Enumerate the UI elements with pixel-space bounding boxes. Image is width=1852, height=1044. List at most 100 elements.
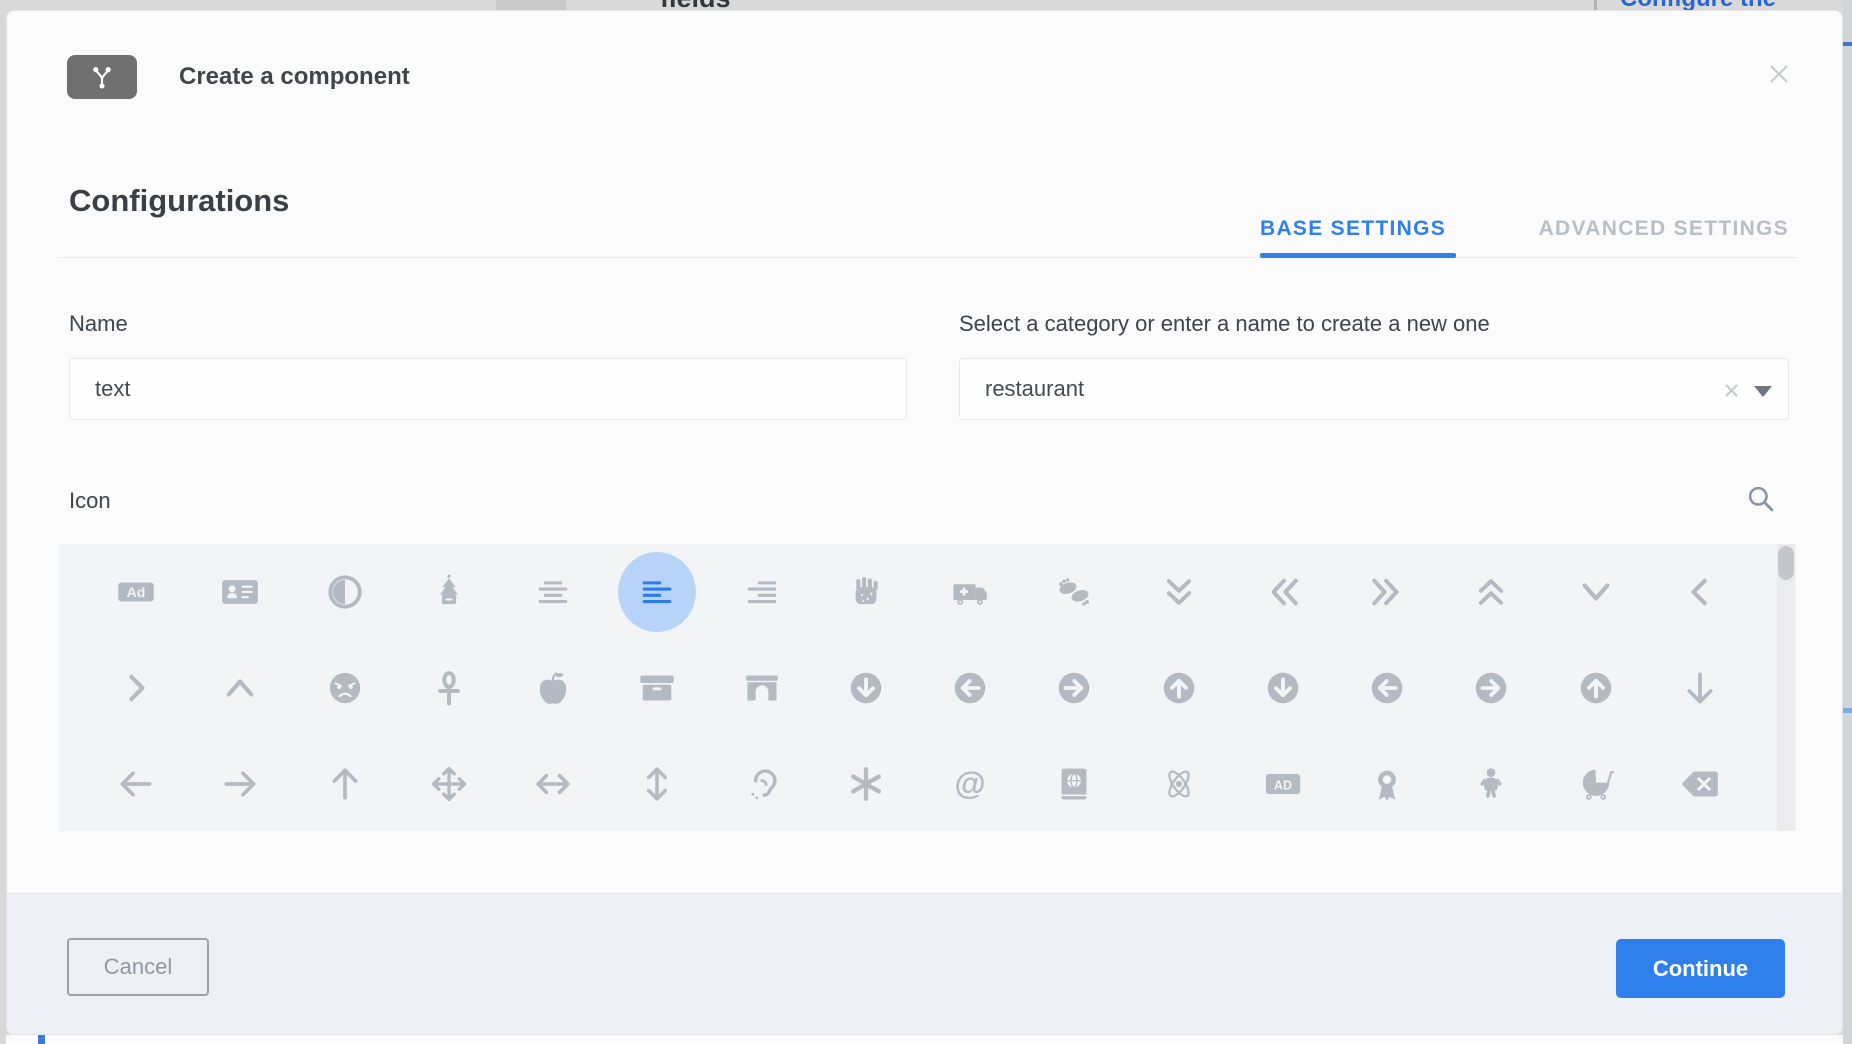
- icon-apple-alt[interactable]: [501, 640, 605, 736]
- icon-angle-double-up[interactable]: [1439, 544, 1543, 640]
- arrow-alt-circle-left-icon: [951, 669, 989, 707]
- icon-angle-double-right[interactable]: [1335, 544, 1439, 640]
- align-left-icon: [638, 573, 676, 611]
- icon-air-freshener[interactable]: [397, 544, 501, 640]
- angle-double-up-icon: [1472, 573, 1510, 611]
- background-block: [496, 0, 566, 10]
- modal-footer: Cancel Continue: [7, 893, 1842, 1034]
- background-top-strip: fields Configure the: [0, 0, 1852, 10]
- icon-angry[interactable]: [293, 640, 397, 736]
- icon-grid-scrollbar[interactable]: [1777, 544, 1795, 831]
- asterisk-icon: [847, 765, 885, 803]
- icon-assistive-listening-systems[interactable]: [710, 736, 814, 831]
- icon-angle-up[interactable]: [188, 640, 292, 736]
- category-select[interactable]: restaurant: [959, 358, 1789, 420]
- icon-arrow-alt-circle-up[interactable]: [1127, 640, 1231, 736]
- baby-carriage-icon: [1577, 765, 1615, 803]
- align-right-icon: [743, 573, 781, 611]
- name-input[interactable]: [69, 358, 907, 420]
- create-component-modal: Create a component Configurations BASE S…: [6, 10, 1843, 1035]
- icon-arrows-alt-v[interactable]: [605, 736, 709, 831]
- atlas-icon: [1055, 765, 1093, 803]
- icon-ankh[interactable]: [397, 640, 501, 736]
- icon-arrow-circle-right[interactable]: [1439, 640, 1543, 736]
- arrows-alt-icon: [430, 765, 468, 803]
- icon-award[interactable]: [1335, 736, 1439, 831]
- icon-arrow-circle-up[interactable]: [1544, 640, 1648, 736]
- icon-archway[interactable]: [710, 640, 814, 736]
- icon-angle-down[interactable]: [1544, 544, 1648, 640]
- icon-atlas[interactable]: [1022, 736, 1126, 831]
- arrow-left-icon: [117, 765, 155, 803]
- icon-align-left[interactable]: [605, 544, 709, 640]
- icon-grid: Ad @ AD: [58, 544, 1796, 831]
- continue-button[interactable]: Continue: [1616, 939, 1785, 998]
- icon-arrows-alt[interactable]: [397, 736, 501, 831]
- icon-search-button[interactable]: [1742, 480, 1780, 518]
- icon-atom[interactable]: [1127, 736, 1231, 831]
- background-accent-tick: [38, 1035, 45, 1044]
- icon-arrow-up[interactable]: [293, 736, 397, 831]
- angle-double-left-icon: [1264, 573, 1302, 611]
- icon-arrow-right[interactable]: [188, 736, 292, 831]
- close-button[interactable]: [1761, 56, 1797, 92]
- scrollbar-thumb[interactable]: [1778, 546, 1794, 580]
- background-divider: [1594, 0, 1597, 10]
- clear-x-icon[interactable]: [1723, 359, 1740, 421]
- icon-angle-right[interactable]: [84, 640, 188, 736]
- icon-arrow-left[interactable]: [84, 736, 188, 831]
- icon-arrow-alt-circle-left[interactable]: [918, 640, 1022, 736]
- icon-arrow-down[interactable]: [1648, 640, 1752, 736]
- branch-component-icon: [87, 62, 117, 92]
- background-link-fragment: Configure the: [1620, 0, 1851, 10]
- chevron-down-icon[interactable]: [1754, 386, 1772, 397]
- icon-at[interactable]: @: [918, 736, 1022, 831]
- audio-description-icon: AD: [1264, 765, 1302, 803]
- at-icon: @: [951, 765, 989, 803]
- background-right-strip: [1843, 0, 1852, 1044]
- angle-up-icon: [221, 669, 259, 707]
- tabs-divider: [58, 257, 1797, 258]
- icon-align-right[interactable]: [710, 544, 814, 640]
- icon-backspace[interactable]: [1648, 736, 1752, 831]
- arrow-circle-left-icon: [1368, 669, 1406, 707]
- arrow-down-icon: [1681, 669, 1719, 707]
- tab-advanced-settings[interactable]: ADVANCED SETTINGS: [1539, 217, 1789, 241]
- angle-down-icon: [1577, 573, 1615, 611]
- angle-left-icon: [1681, 573, 1719, 611]
- icon-adjust[interactable]: [293, 544, 397, 640]
- icon-arrow-circle-left[interactable]: [1335, 640, 1439, 736]
- arrow-up-icon: [326, 765, 364, 803]
- icon-baby[interactable]: [1439, 736, 1543, 831]
- apple-alt-icon: [534, 669, 572, 707]
- icon-angle-double-down[interactable]: [1127, 544, 1231, 640]
- background-accent-line: [1843, 708, 1852, 713]
- icon-archive[interactable]: [605, 640, 709, 736]
- svg-text:@: @: [955, 765, 986, 801]
- tab-base-settings[interactable]: BASE SETTINGS: [1260, 217, 1446, 241]
- icon-angle-left[interactable]: [1648, 544, 1752, 640]
- icon-audio-description[interactable]: AD: [1231, 736, 1335, 831]
- icon-ambulance[interactable]: [918, 544, 1022, 640]
- ambulance-icon: [951, 573, 989, 611]
- icon-arrow-alt-circle-right[interactable]: [1022, 640, 1126, 736]
- cancel-button[interactable]: Cancel: [67, 938, 209, 996]
- icon-ad[interactable]: Ad: [84, 544, 188, 640]
- assistive-listening-systems-icon: [743, 765, 781, 803]
- icon-asterisk[interactable]: [814, 736, 918, 831]
- icon-american-sign-language-interpreting[interactable]: [1022, 544, 1126, 640]
- icon-baby-carriage[interactable]: [1544, 736, 1648, 831]
- icon-section-label: Icon: [69, 488, 111, 514]
- align-center-icon: [534, 573, 572, 611]
- icon-address-card[interactable]: [188, 544, 292, 640]
- icon-angle-double-left[interactable]: [1231, 544, 1335, 640]
- icon-align-center[interactable]: [501, 544, 605, 640]
- icon-allergies[interactable]: [814, 544, 918, 640]
- arrows-alt-v-icon: [638, 765, 676, 803]
- icon-arrows-alt-h[interactable]: [501, 736, 605, 831]
- archway-icon: [743, 669, 781, 707]
- icon-arrow-alt-circle-down[interactable]: [814, 640, 918, 736]
- screen: fields Configure the Create a component …: [0, 0, 1852, 1044]
- icon-arrow-circle-down[interactable]: [1231, 640, 1335, 736]
- archive-icon: [638, 669, 676, 707]
